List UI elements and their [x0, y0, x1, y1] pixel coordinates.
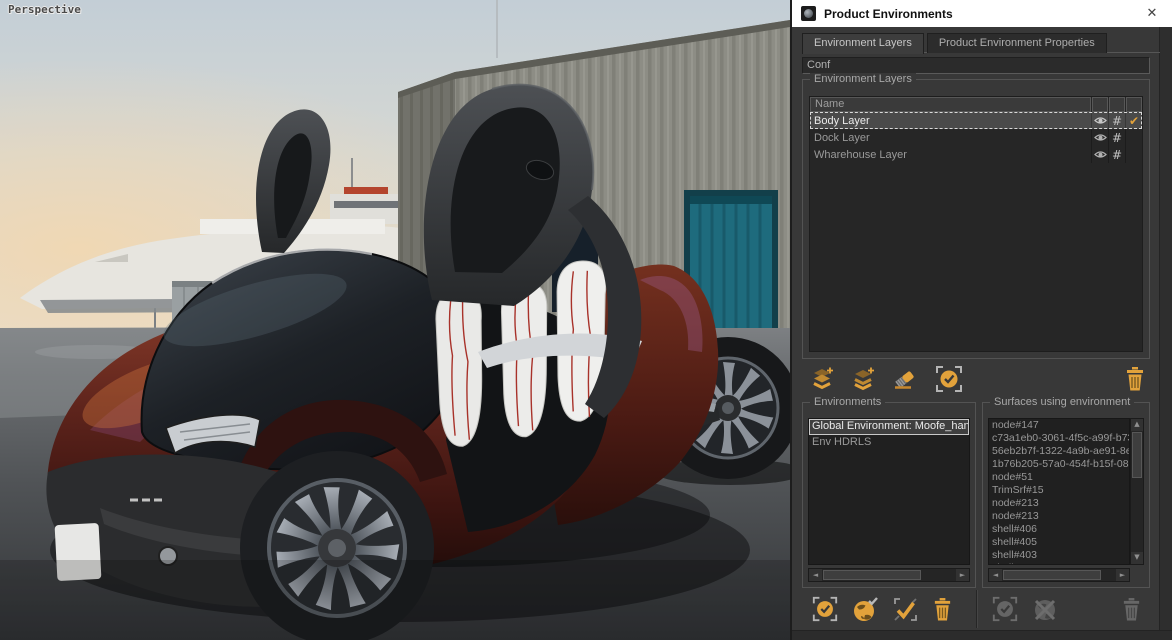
environment-item-global[interactable]: Global Environment: Moofe_hangar_20 — [809, 419, 969, 435]
layers-table: Name Body Layer # ✔ Dock Layer — [809, 96, 1143, 352]
add-child-layer-icon[interactable] — [850, 366, 876, 392]
group-title: Environment Layers — [810, 73, 916, 85]
hash-icon[interactable]: # — [1108, 129, 1125, 146]
surfaces-toolbar — [982, 592, 1150, 626]
group-title: Surfaces using environment — [990, 396, 1134, 408]
close-icon[interactable]: ✕ — [1141, 6, 1163, 21]
surface-item[interactable]: node#213 — [989, 497, 1129, 510]
hscroll-thumb[interactable] — [823, 570, 921, 580]
surfaces-list: node#147 c73a1eb0-3061-4f5c-a99f-b733c92… — [988, 418, 1130, 565]
assign-selection-icon[interactable] — [934, 364, 964, 394]
assign-selection-icon[interactable] — [811, 595, 839, 623]
scroll-left-icon[interactable]: ◄ — [989, 569, 1002, 581]
environments-hscrollbar[interactable]: ◄ ► — [808, 568, 970, 582]
delete-layer-icon[interactable] — [1124, 366, 1146, 392]
environments-list: Global Environment: Moofe_hangar_20 Env … — [808, 418, 970, 565]
delete-disabled-icon[interactable] — [1121, 597, 1142, 622]
erase-layer-icon[interactable] — [891, 366, 919, 392]
surface-item[interactable]: shell#403 — [989, 549, 1129, 562]
visibility-eye-icon[interactable] — [1091, 112, 1108, 129]
apply-check-icon[interactable] — [892, 596, 919, 623]
panel-title: Product Environments — [824, 7, 1133, 21]
environments-group: Environments Global Environment: Moofe_h… — [802, 402, 976, 588]
hash-icon[interactable]: # — [1108, 112, 1125, 129]
conf-input[interactable]: Conf — [802, 57, 1150, 74]
surfaces-group: Surfaces using environment node#147 c73a… — [982, 402, 1150, 588]
surface-item[interactable]: TrimSrf#15 — [989, 484, 1129, 497]
surface-item[interactable]: c73a1eb0-3061-4f5c-a99f-b733c922 — [989, 432, 1129, 445]
name-column-header[interactable]: Name — [810, 97, 1091, 112]
scroll-down-icon[interactable]: ▼ — [1131, 552, 1143, 564]
scroll-up-icon[interactable]: ▲ — [1131, 419, 1143, 431]
environment-layers-group: Environment Layers Name Body Layer # ✔ — [802, 79, 1150, 359]
layers-toolbar — [802, 361, 1150, 397]
hscroll-thumb[interactable] — [1003, 570, 1101, 580]
assign-selection-disabled-icon[interactable] — [991, 595, 1019, 623]
visibility-eye-icon[interactable] — [1091, 146, 1108, 163]
tab-product-environment-properties[interactable]: Product Environment Properties — [927, 33, 1107, 53]
tab-environment-layers[interactable]: Environment Layers — [802, 33, 924, 54]
layer-row-wharehouse[interactable]: Wharehouse Layer # — [810, 146, 1142, 163]
group-title: Environments — [810, 396, 885, 408]
panel-edge-bottom — [792, 630, 1172, 640]
scroll-right-icon[interactable]: ► — [956, 569, 969, 581]
add-layer-icon[interactable] — [809, 366, 835, 392]
application-window: Perspective Product Environments ✕ Envir… — [0, 0, 1172, 640]
viewport-render — [0, 0, 790, 640]
surface-item[interactable]: shell#402 — [989, 562, 1129, 565]
surface-item[interactable]: 56eb2b7f-1322-4a9b-ae91-8eeda494 — [989, 445, 1129, 458]
check-column-header[interactable] — [1126, 97, 1142, 112]
visibility-column-header[interactable] — [1092, 97, 1108, 112]
surfaces-hscrollbar[interactable]: ◄ ► — [988, 568, 1130, 582]
surface-item[interactable]: shell#405 — [989, 536, 1129, 549]
surface-item[interactable]: shell#406 — [989, 523, 1129, 536]
surface-item[interactable]: node#51 — [989, 471, 1129, 484]
layers-table-header: Name — [810, 97, 1142, 112]
render-viewport[interactable]: Perspective — [0, 0, 790, 640]
hash-icon[interactable]: # — [1108, 146, 1125, 163]
surface-item[interactable]: node#147 — [989, 419, 1129, 432]
scroll-right-icon[interactable]: ► — [1116, 569, 1129, 581]
scroll-left-icon[interactable]: ◄ — [809, 569, 822, 581]
toolbar-divider — [976, 590, 977, 628]
set-global-environment-icon[interactable] — [852, 596, 879, 623]
surfaces-vscrollbar[interactable]: ▲ ▼ — [1130, 418, 1144, 565]
surface-item[interactable]: 1b76b205-57a0-454f-b15f-088169e6 — [989, 458, 1129, 471]
vignette — [0, 560, 790, 640]
vscroll-thumb[interactable] — [1132, 432, 1142, 478]
panel-tabs: Environment Layers Product Environment P… — [802, 33, 1160, 53]
product-environments-panel: Product Environments ✕ Environment Layer… — [790, 0, 1172, 640]
delete-environment-icon[interactable] — [932, 597, 953, 622]
remove-environment-disabled-icon[interactable] — [1032, 596, 1059, 623]
check-cell-empty[interactable] — [1125, 129, 1142, 146]
layer-row-dock[interactable]: Dock Layer # — [810, 129, 1142, 146]
check-cell-empty[interactable] — [1125, 146, 1142, 163]
viewport-title[interactable]: Perspective — [8, 3, 81, 16]
environment-item-hdrls[interactable]: Env HDRLS — [809, 435, 969, 451]
active-check-icon[interactable]: ✔ — [1125, 112, 1142, 129]
panel-edge — [1159, 27, 1172, 640]
panel-titlebar[interactable]: Product Environments ✕ — [792, 0, 1172, 27]
product-environments-icon — [801, 6, 816, 21]
visibility-eye-icon[interactable] — [1091, 129, 1108, 146]
environments-toolbar — [802, 592, 976, 626]
surface-item[interactable]: node#213 — [989, 510, 1129, 523]
hash-column-header[interactable] — [1109, 97, 1125, 112]
layer-row-body[interactable]: Body Layer # ✔ — [810, 112, 1142, 129]
